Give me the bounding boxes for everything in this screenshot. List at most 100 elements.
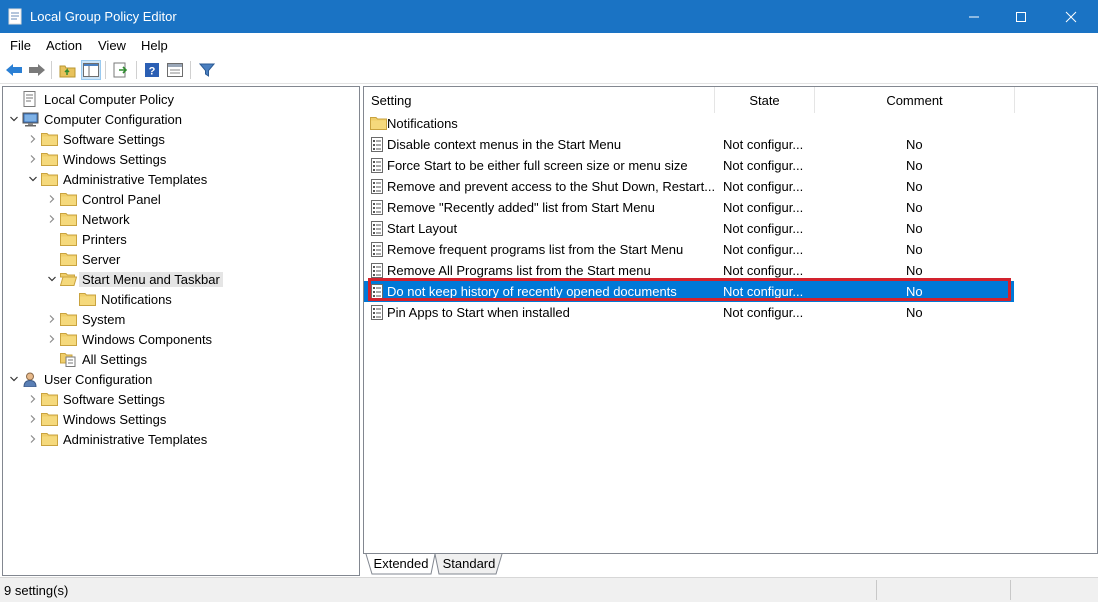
all-settings-icon [59,351,77,367]
back-button[interactable] [4,60,24,80]
setting-state: Not configur... [723,158,804,173]
tree-item[interactable]: Computer Configuration [7,109,185,129]
chevron-down-icon[interactable] [7,109,21,129]
minimize-button[interactable] [951,0,997,33]
filter-icon [199,63,215,77]
menu-action[interactable]: Action [46,38,82,53]
tree-item-label: Start Menu and Taskbar [79,271,223,287]
chevron-right-icon[interactable] [45,329,59,349]
chevron-right-icon[interactable] [26,429,40,449]
filter-button[interactable] [197,60,217,80]
user-icon [21,371,39,387]
svg-text:?: ? [149,66,156,78]
setting-row[interactable]: Remove All Programs list from the Start … [364,260,1014,281]
tree-item[interactable]: All Settings [45,349,150,369]
tree-item[interactable]: Notifications [64,289,175,309]
menu-view[interactable]: View [98,38,126,53]
column-header-comment-label: Comment [886,92,943,108]
tree-item[interactable]: Software Settings [26,389,168,409]
properties-button[interactable] [165,60,185,80]
folder-icon [78,291,96,307]
tree-item-label: User Configuration [44,371,153,387]
setting-name: Remove frequent programs list from the S… [387,242,684,257]
policy-icon [21,91,39,107]
folder-icon [40,431,58,447]
tab-extended[interactable]: Extended [371,553,431,573]
show-hide-tree-button[interactable] [81,60,101,80]
tree-item-label: Computer Configuration [44,111,183,127]
tree-item[interactable]: Software Settings [26,129,168,149]
forward-arrow-icon [29,64,45,76]
setting-comment: No [906,284,923,299]
tree-item-label: Windows Settings [63,411,167,427]
setting-state: Not configur... [723,263,804,278]
setting-row[interactable]: Remove frequent programs list from the S… [364,239,1014,260]
setting-row[interactable]: Start Layout Not configur... No [364,218,1014,239]
setting-name: Do not keep history of recently opened d… [387,284,677,299]
close-button[interactable] [1048,0,1094,33]
minimize-icon [969,16,979,17]
tree-item[interactable]: Windows Settings [26,409,169,429]
setting-row[interactable]: Notifications [364,113,1014,134]
setting-row[interactable]: Force Start to be either full screen siz… [364,155,1014,176]
chevron-right-icon[interactable] [26,129,40,149]
help-button[interactable]: ? [142,60,162,80]
column-header-setting[interactable]: Setting [364,87,715,113]
menu-file[interactable]: File [10,38,31,53]
chevron-down-icon[interactable] [45,269,59,289]
tree-item[interactable]: Windows Components [45,329,215,349]
chevron-right-icon[interactable] [45,189,59,209]
tree-item[interactable]: Start Menu and Taskbar [45,269,223,289]
policy-app-icon [8,8,22,25]
up-folder-button[interactable] [57,60,77,80]
tree-item[interactable]: User Configuration [7,369,155,389]
folder-icon [59,231,77,247]
setting-row[interactable]: Disable context menus in the Start Menu N… [364,134,1014,155]
setting-row[interactable]: Remove "Recently added" list from Start … [364,197,1014,218]
properties-icon [167,63,183,77]
tree-item[interactable]: Server [45,249,123,269]
tree-item[interactable]: Network [45,209,133,229]
tree-item[interactable]: System [45,309,128,329]
setting-row[interactable]: Pin Apps to Start when installed Not conf… [364,302,1014,323]
folder-icon [59,191,77,207]
export-list-button[interactable] [111,60,131,80]
tree-item[interactable]: Local Computer Policy [7,89,177,109]
tab-standard[interactable]: Standard [438,553,500,573]
setting-comment: No [906,305,923,320]
computer-icon [21,111,39,127]
column-header-comment[interactable]: Comment [815,87,1015,113]
folder-icon [40,151,58,167]
folder-open-icon [59,271,77,287]
chevron-right-icon[interactable] [26,149,40,169]
setting-row[interactable]: Do not keep history of recently opened d… [364,281,1014,302]
console-tree[interactable]: Local Computer Policy Computer Configurat… [2,86,360,576]
policy-setting-icon [370,263,384,278]
tree-item[interactable]: Administrative Templates [26,169,210,189]
setting-comment: No [906,200,923,215]
folder-icon [59,211,77,227]
policy-setting-icon [370,305,384,320]
tree-item[interactable]: Administrative Templates [26,429,210,449]
tree-item[interactable]: Control Panel [45,189,164,209]
settings-list[interactable]: Setting State Comment Notifications Disab… [363,86,1098,554]
column-header-state[interactable]: State [715,87,815,113]
folder-icon [40,131,58,147]
chevron-right-icon[interactable] [45,309,59,329]
tree-item-label: Administrative Templates [63,171,208,187]
chevron-right-icon[interactable] [26,389,40,409]
chevron-down-icon[interactable] [7,369,21,389]
maximize-button[interactable] [998,0,1044,33]
tree-item[interactable]: Printers [45,229,130,249]
chevron-right-icon[interactable] [45,209,59,229]
tree-item[interactable]: Windows Settings [26,149,169,169]
setting-row[interactable]: Remove and prevent access to the Shut Do… [364,176,1014,197]
setting-name: Force Start to be either full screen siz… [387,158,688,173]
setting-state: Not configur... [723,242,804,257]
forward-button[interactable] [27,60,47,80]
tree-item-label: Administrative Templates [63,431,208,447]
menu-help[interactable]: Help [141,38,168,53]
chevron-down-icon[interactable] [26,169,40,189]
chevron-right-icon[interactable] [26,409,40,429]
